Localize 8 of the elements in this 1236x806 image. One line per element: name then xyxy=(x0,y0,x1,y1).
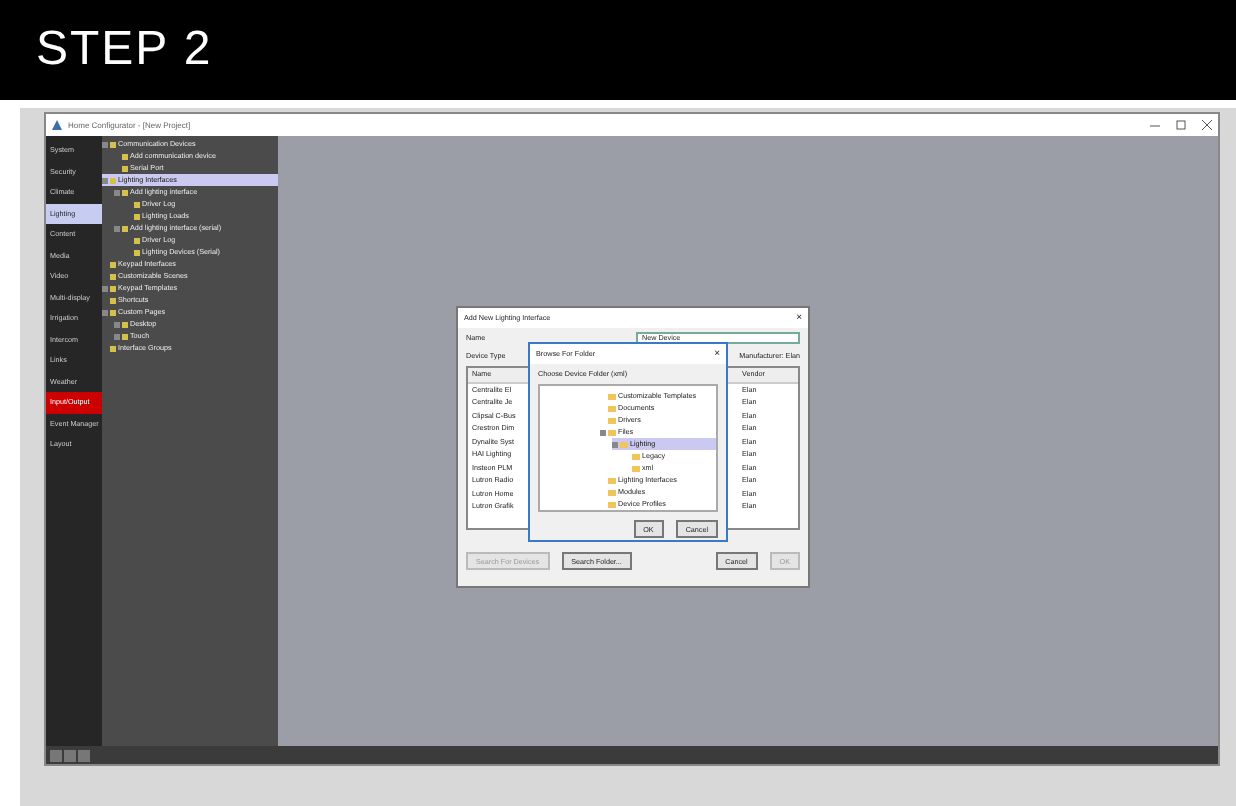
minimize-icon[interactable] xyxy=(1150,120,1160,130)
maximize-icon[interactable] xyxy=(1176,120,1186,130)
step-title: STEP 2 xyxy=(36,22,213,78)
expander-icon xyxy=(114,225,120,231)
expander-icon xyxy=(102,285,108,291)
close-icon[interactable] xyxy=(1202,120,1212,130)
app-icon xyxy=(52,120,62,130)
expander-icon xyxy=(102,141,108,147)
